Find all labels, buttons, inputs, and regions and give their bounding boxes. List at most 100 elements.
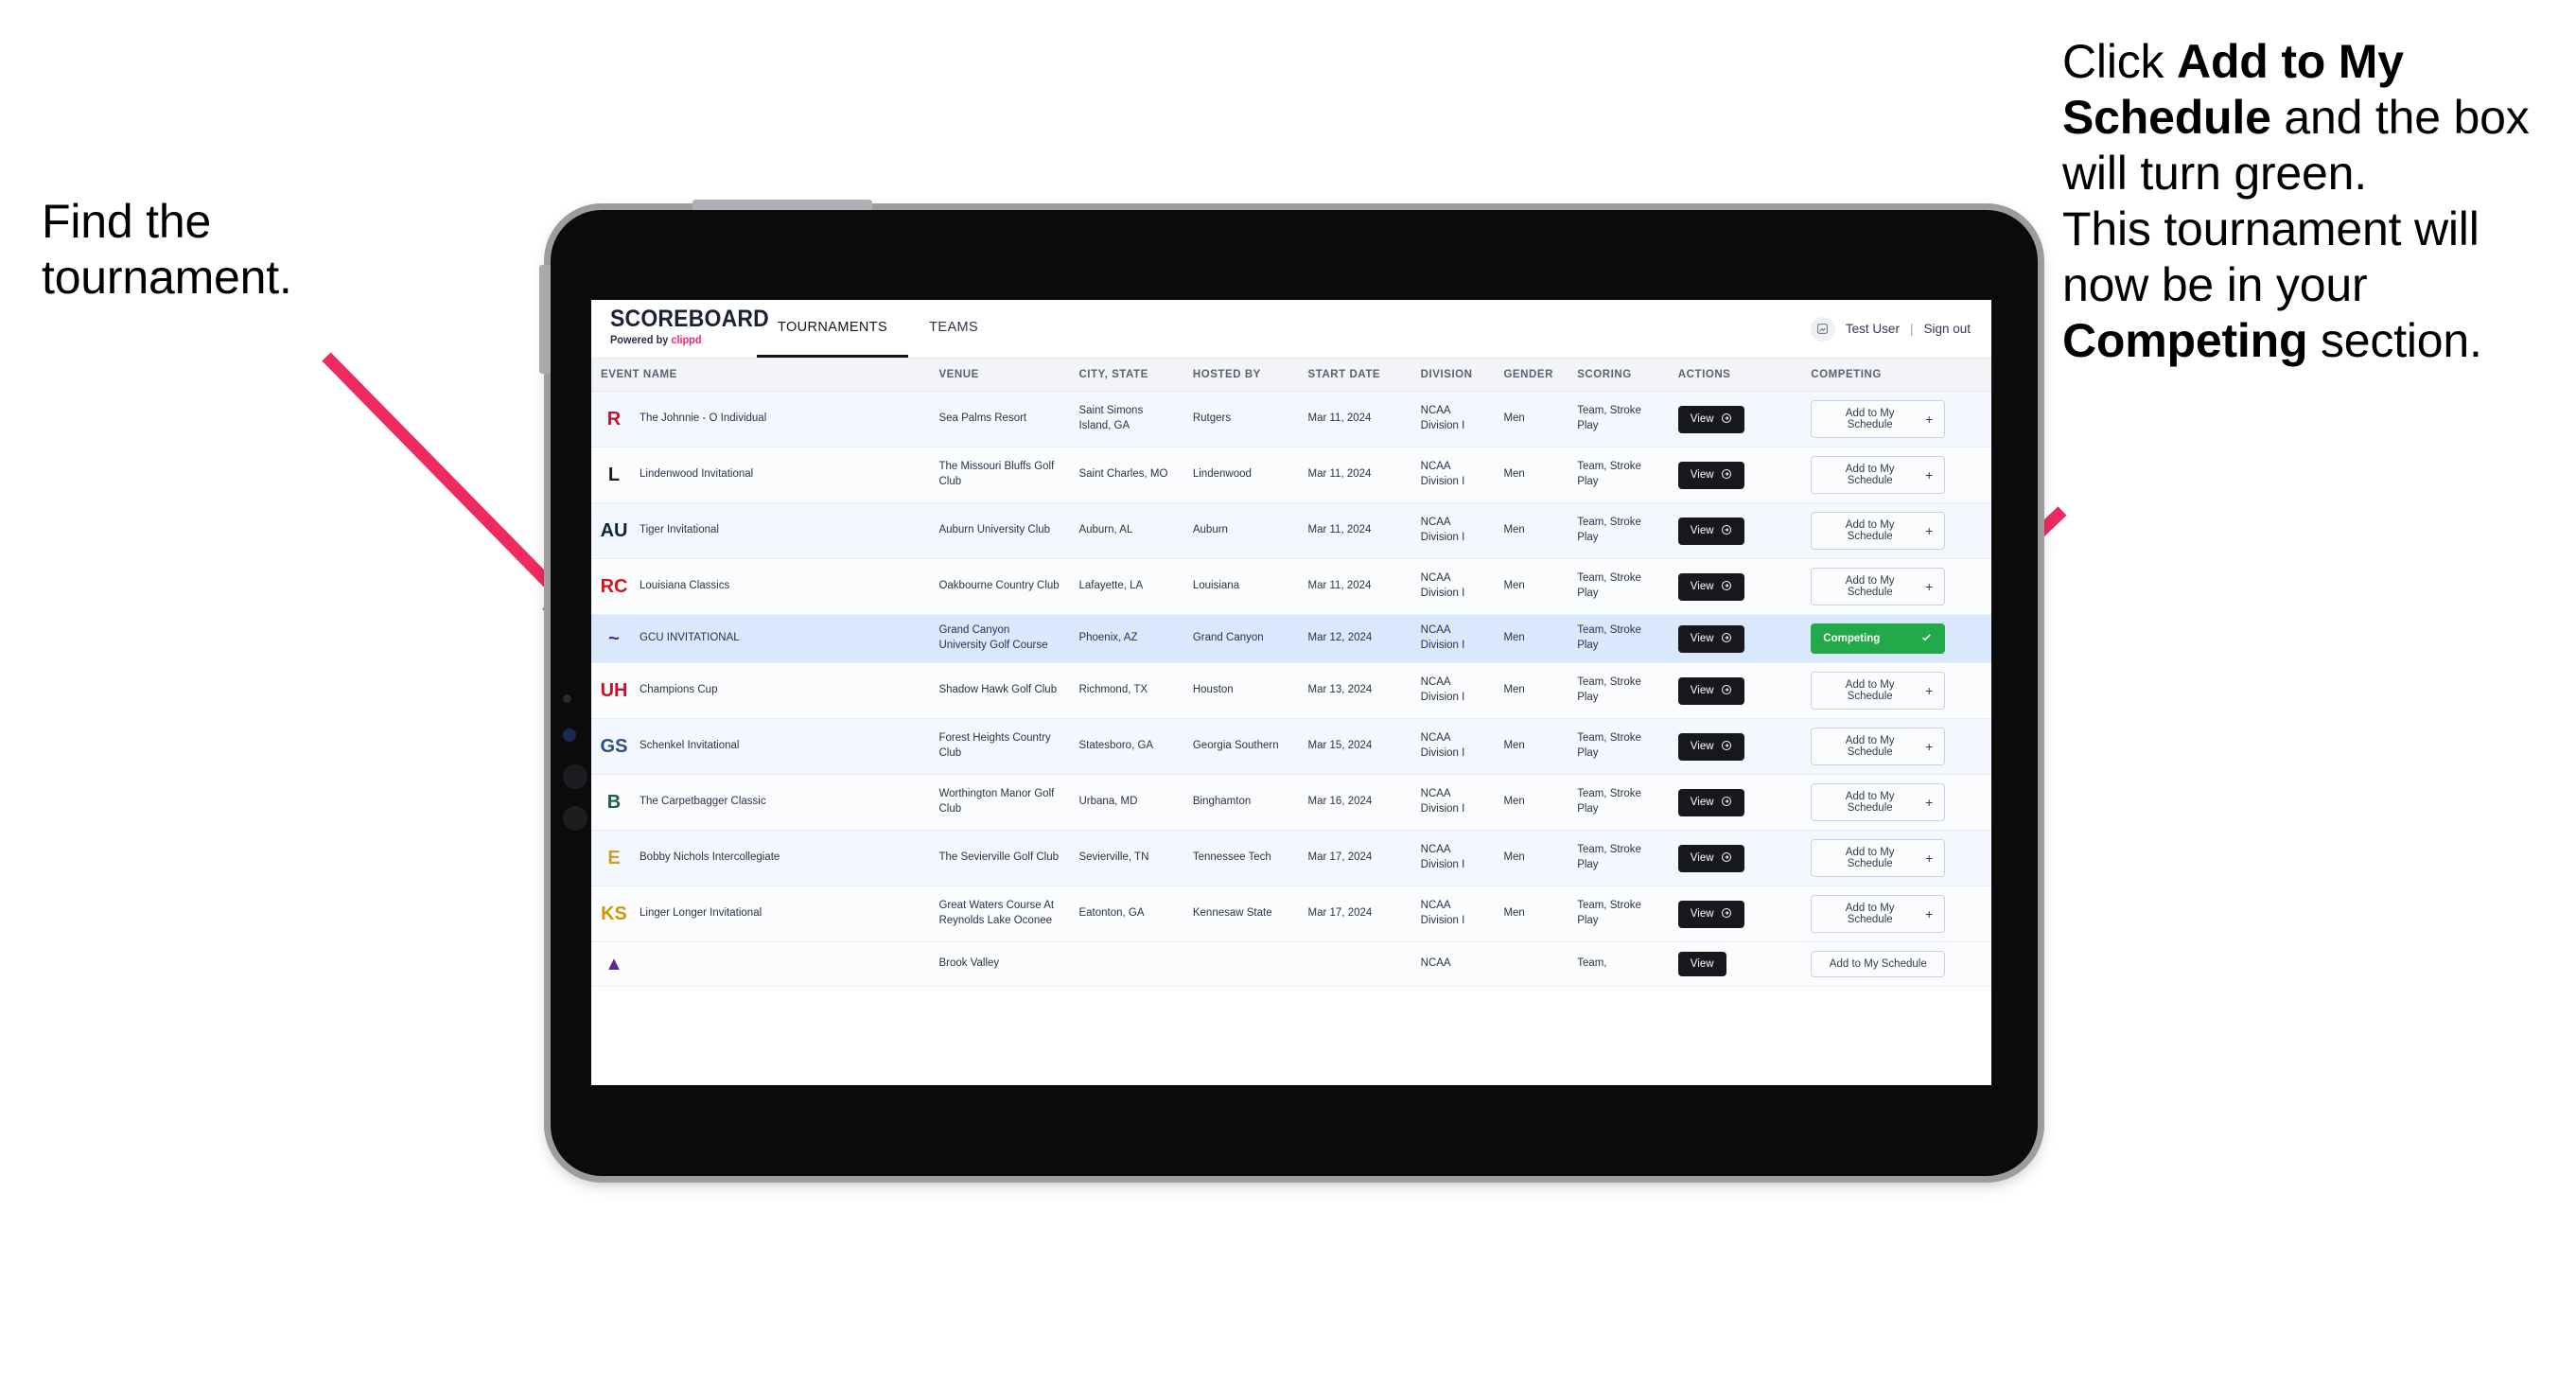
tablet-volume-button[interactable] — [539, 265, 551, 374]
view-button[interactable]: View — [1677, 572, 1744, 601]
view-button[interactable]: View — [1677, 844, 1744, 872]
table-row-partial[interactable]: ▲ Brook Valley NCAA Team, View Add to My… — [591, 941, 1991, 987]
event-name-label[interactable]: Bobby Nichols Intercollegiate — [640, 851, 780, 866]
add-to-my-schedule-button[interactable]: Add to My Schedule + — [1811, 728, 1946, 765]
cell-venue: Auburn University Club — [929, 502, 1070, 559]
cell-city-state: Saint Simons Island, GA — [1069, 391, 1183, 447]
add-to-my-schedule-button[interactable]: Add to My Schedule + — [1811, 672, 1946, 710]
event-name-label[interactable]: GCU INVITATIONAL — [640, 631, 740, 646]
add-to-my-schedule-button[interactable]: Add to My Schedule + — [1811, 783, 1946, 821]
event-name-label[interactable]: Linger Longer Invitational — [640, 906, 762, 921]
cell-event-name: AU Tiger Invitational — [591, 502, 930, 559]
add-to-my-schedule-button[interactable]: Add to My Schedule + — [1811, 456, 1946, 494]
add-to-my-schedule-button[interactable]: Add to My Schedule + — [1811, 895, 1946, 933]
view-button[interactable]: View — [1677, 952, 1726, 976]
add-to-my-schedule-button[interactable]: Add to My Schedule + — [1811, 512, 1946, 550]
annot-r-p2a: This tournament will now be in your — [2062, 202, 2480, 311]
view-label: View — [1690, 685, 1714, 696]
table-row[interactable]: B The Carpetbagger Classic Worthington M… — [591, 774, 1991, 831]
cell-scoring: Team, — [1568, 941, 1669, 987]
table-row[interactable]: KS Linger Longer Invitational Great Wate… — [591, 886, 1991, 942]
cell-event-name: E Bobby Nichols Intercollegiate — [591, 830, 930, 886]
table-row[interactable]: RC Louisiana Classics Oakbourne Country … — [591, 558, 1991, 615]
add-to-my-schedule-button[interactable]: Add to My Schedule + — [1811, 568, 1946, 605]
column-header-division[interactable]: DIVISION — [1411, 359, 1495, 392]
cell-hosted-by: Kennesaw State — [1183, 886, 1299, 942]
event-name-cell: AU Tiger Invitational — [601, 518, 920, 544]
add-label: Add to My Schedule — [1845, 464, 1895, 486]
event-name-cell: UH Champions Cup — [601, 677, 920, 704]
view-label: View — [1690, 581, 1714, 592]
cell-event-name: RC Louisiana Classics — [591, 558, 930, 615]
cell-scoring: Team, Stroke Play — [1568, 774, 1669, 831]
add-to-my-schedule-button[interactable]: Add to My Schedule — [1811, 951, 1946, 977]
cell-competing: Add to My Schedule + — [1801, 447, 1991, 503]
add-label: Add to My Schedule — [1845, 791, 1895, 814]
cell-actions: View — [1668, 447, 1802, 503]
table-row[interactable]: AU Tiger Invitational Auburn University … — [591, 502, 1991, 559]
table-row[interactable]: R The Johnnie - O Individual Sea Palms R… — [591, 391, 1991, 447]
column-header-scoring[interactable]: SCORING — [1568, 359, 1669, 392]
event-name-cell: L Lindenwood Invitational — [601, 462, 920, 488]
user-avatar-icon[interactable] — [1810, 316, 1835, 342]
event-name-label[interactable]: Lindenwood Invitational — [640, 467, 753, 482]
cell-start-date: Mar 13, 2024 — [1298, 662, 1411, 719]
event-name-label[interactable]: Louisiana Classics — [640, 579, 729, 594]
table-row[interactable]: UH Champions Cup Shadow Hawk Golf Club R… — [591, 662, 1991, 719]
column-header-venue[interactable]: VENUE — [929, 359, 1070, 392]
column-header-event-name[interactable]: EVENT NAME — [591, 359, 930, 392]
column-header-hosted-by[interactable]: HOSTED BY — [1183, 359, 1299, 392]
cell-hosted-by: Houston — [1183, 662, 1299, 719]
column-header-start-date[interactable]: START DATE — [1298, 359, 1411, 392]
event-name-label[interactable]: Champions Cup — [640, 683, 717, 698]
arrow-circle-icon — [1721, 907, 1732, 921]
view-button[interactable]: View — [1677, 624, 1744, 653]
event-name-label[interactable]: The Johnnie - O Individual — [640, 412, 766, 427]
tablet-power-button[interactable] — [692, 200, 872, 210]
event-name-label[interactable]: The Carpetbagger Classic — [640, 795, 766, 810]
view-button[interactable]: View — [1677, 732, 1744, 761]
view-label: View — [1690, 908, 1714, 920]
view-button[interactable]: View — [1677, 900, 1744, 928]
cell-city-state: Statesboro, GA — [1069, 718, 1183, 775]
view-button[interactable]: View — [1677, 461, 1744, 489]
event-name-label[interactable]: Tiger Invitational — [640, 523, 719, 538]
view-label: View — [1690, 741, 1714, 752]
annotation-left-line2: tournament. — [42, 251, 292, 304]
cell-start-date: Mar 11, 2024 — [1298, 502, 1411, 559]
cell-competing: Competing — [1801, 614, 1991, 663]
add-label: Add to My Schedule — [1845, 903, 1895, 925]
cell-scoring: Team, Stroke Play — [1568, 558, 1669, 615]
cell-hosted-by: Rutgers — [1183, 391, 1299, 447]
brand-logo[interactable]: SCOREBOARD Powered by clippd — [591, 300, 769, 358]
view-button[interactable]: View — [1677, 788, 1744, 816]
add-label: Add to My Schedule — [1845, 847, 1895, 869]
sign-out-link[interactable]: Sign out — [1923, 322, 1971, 336]
cell-venue: Sea Palms Resort — [929, 391, 1070, 447]
view-label: View — [1690, 852, 1714, 864]
table-row[interactable]: GS Schenkel Invitational Forest Heights … — [591, 718, 1991, 775]
view-button[interactable]: View — [1677, 517, 1744, 545]
cell-venue: The Missouri Bluffs Golf Club — [929, 447, 1070, 503]
add-to-my-schedule-button[interactable]: Add to My Schedule + — [1811, 400, 1946, 438]
add-to-my-schedule-button[interactable]: Add to My Schedule + — [1811, 839, 1946, 877]
user-name-label: Test User — [1845, 322, 1900, 336]
column-header-city-state[interactable]: CITY, STATE — [1069, 359, 1183, 392]
add-label: Add to My Schedule — [1845, 575, 1895, 598]
tab-tournaments[interactable]: TOURNAMENTS — [757, 300, 909, 358]
view-label: View — [1690, 633, 1714, 644]
view-button[interactable]: View — [1677, 405, 1744, 433]
cell-scoring: Team, Stroke Play — [1568, 662, 1669, 719]
cell-gender: Men — [1494, 558, 1568, 615]
table-row[interactable]: ~ GCU INVITATIONAL Grand Canyon Universi… — [591, 614, 1991, 663]
arrow-circle-icon — [1721, 412, 1732, 427]
event-name-label[interactable]: Schenkel Invitational — [640, 739, 739, 754]
tab-teams[interactable]: TEAMS — [908, 300, 999, 358]
table-row[interactable]: L Lindenwood Invitational The Missouri B… — [591, 447, 1991, 503]
column-header-gender[interactable]: GENDER — [1494, 359, 1568, 392]
table-row[interactable]: E Bobby Nichols Intercollegiate The Sevi… — [591, 830, 1991, 886]
competing-button[interactable]: Competing — [1811, 623, 1946, 654]
view-button[interactable]: View — [1677, 676, 1744, 705]
cell-division: NCAA Division I — [1411, 391, 1495, 447]
cell-city-state: Eatonton, GA — [1069, 886, 1183, 942]
